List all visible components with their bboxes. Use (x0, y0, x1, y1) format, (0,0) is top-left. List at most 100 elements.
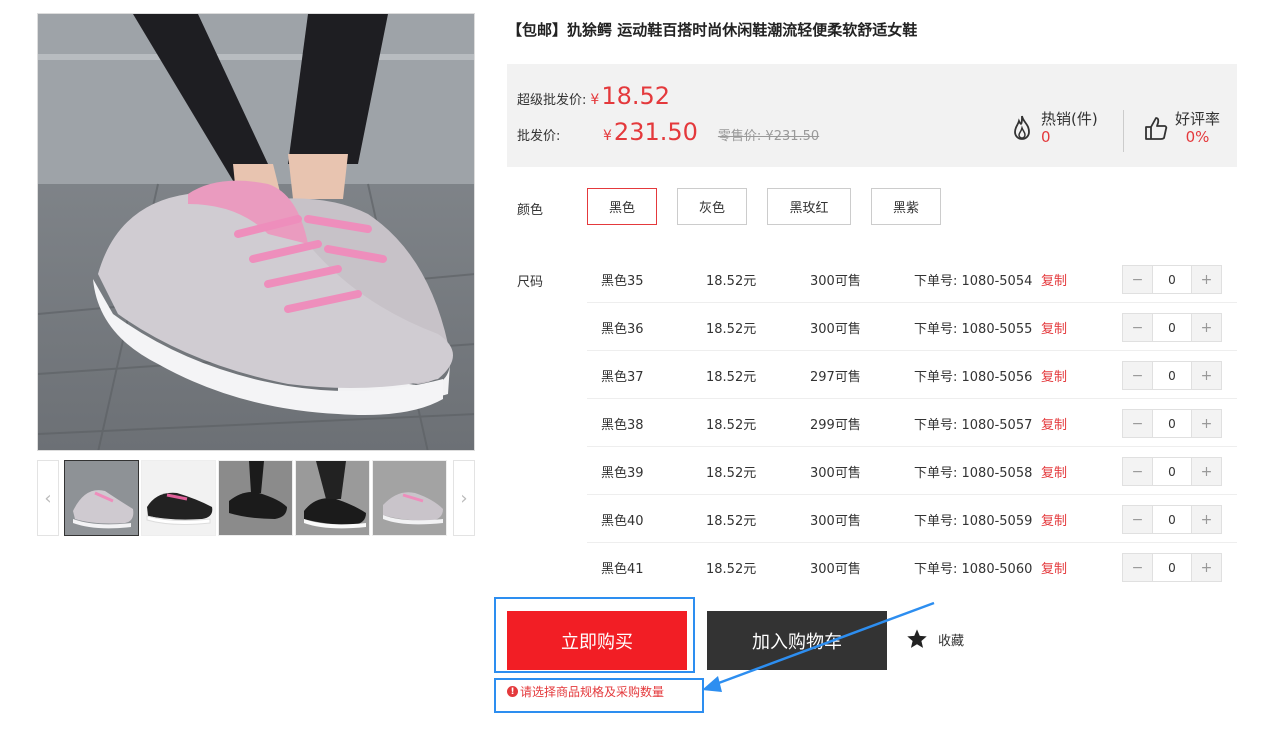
size-price: 18.52元 (706, 466, 757, 481)
table-row: 黑色41 18.52元 300可售 下单号: 1080-5060 复制 − 0 … (587, 543, 1237, 591)
rating-label: 好评率 (1175, 110, 1221, 128)
quantity-input[interactable]: 0 (1152, 362, 1192, 389)
table-row: 黑色35 18.52元 300可售 下单号: 1080-5054 复制 − 0 … (587, 255, 1237, 303)
decrement-button[interactable]: − (1123, 266, 1152, 293)
thumbnail-list (64, 460, 447, 536)
price-panel: 超级批发价: ¥ 18.52 批发价: ¥ 231.50 零售价: ¥231.5… (507, 64, 1237, 167)
sales-stat: 热销(件) 0 (1009, 110, 1098, 146)
size-name: 黑色40 (601, 514, 644, 529)
favorite-button[interactable]: 收藏 (906, 628, 964, 650)
color-option[interactable]: 黑玫红 (767, 188, 851, 225)
product-title: 【包邮】犰狳鳄 运动鞋百搭时尚休闲鞋潮流轻便柔软舒适女鞋 (507, 21, 918, 39)
chevron-right-icon[interactable]: › (453, 460, 475, 536)
currency-symbol: ¥ (603, 128, 612, 144)
color-option[interactable]: 灰色 (677, 188, 747, 225)
decrement-button[interactable]: − (1123, 554, 1152, 581)
copy-link[interactable]: 复制 (1041, 270, 1067, 289)
quantity-input[interactable]: 0 (1152, 266, 1192, 293)
chevron-left-icon[interactable]: ‹ (37, 460, 59, 536)
thumbnail[interactable] (372, 460, 447, 536)
copy-link[interactable]: 复制 (1041, 462, 1067, 481)
size-stock: 300可售 (810, 466, 861, 481)
super-price-row: 超级批发价: ¥ 18.52 (517, 82, 670, 110)
wholesale-price-row: 批发价: ¥ 231.50 零售价: ¥231.50 (517, 118, 819, 146)
rating-stat: 好评率 0% (1143, 110, 1220, 146)
wholesale-price-label: 批发价: (517, 129, 561, 144)
copy-link[interactable]: 复制 (1041, 414, 1067, 433)
size-stock: 297可售 (810, 370, 861, 385)
product-page: ‹ › 【包邮】犰狳鳄 运动鞋百搭时尚休闲鞋潮流轻便柔软舒适女鞋 超级批发价: (0, 0, 1270, 750)
color-label: 颜色 (517, 203, 544, 218)
star-icon (907, 629, 927, 648)
order-number: 下单号: 1080-5058 (914, 466, 1033, 481)
increment-button[interactable]: + (1192, 458, 1221, 485)
table-row: 黑色37 18.52元 297可售 下单号: 1080-5056 复制 − 0 … (587, 351, 1237, 399)
order-number: 下单号: 1080-5059 (914, 514, 1033, 529)
retail-price: 零售价: ¥231.50 (717, 129, 820, 144)
quantity-input[interactable]: 0 (1152, 314, 1192, 341)
size-price: 18.52元 (706, 322, 757, 337)
size-price: 18.52元 (706, 562, 757, 577)
size-stock: 300可售 (810, 322, 861, 337)
validation-warning: ! 请选择商品规格及采购数量 (507, 683, 664, 700)
decrement-button[interactable]: − (1123, 458, 1152, 485)
copy-link[interactable]: 复制 (1041, 366, 1067, 385)
size-price: 18.52元 (706, 370, 757, 385)
color-option[interactable]: 黑色 (587, 188, 657, 225)
sales-label: 热销(件) (1041, 110, 1098, 128)
add-to-cart-button[interactable]: 加入购物车 (707, 611, 887, 670)
decrement-button[interactable]: − (1123, 314, 1152, 341)
super-price-value: 18.52 (601, 82, 671, 110)
table-row: 黑色40 18.52元 300可售 下单号: 1080-5059 复制 − 0 … (587, 495, 1237, 543)
increment-button[interactable]: + (1192, 410, 1221, 437)
size-name: 黑色37 (601, 370, 644, 385)
size-table: 黑色35 18.52元 300可售 下单号: 1080-5054 复制 − 0 … (587, 255, 1237, 591)
order-number: 下单号: 1080-5055 (914, 322, 1033, 337)
thumbnail[interactable] (295, 460, 370, 536)
quantity-input[interactable]: 0 (1152, 410, 1192, 437)
quantity-stepper: − 0 + (1122, 313, 1222, 342)
copy-link[interactable]: 复制 (1041, 510, 1067, 529)
favorite-label: 收藏 (938, 633, 965, 649)
order-number: 下单号: 1080-5060 (914, 562, 1033, 577)
size-stock: 299可售 (810, 418, 861, 433)
thumbnail[interactable] (218, 460, 293, 536)
size-name: 黑色39 (601, 466, 644, 481)
quantity-stepper: − 0 + (1122, 361, 1222, 390)
color-option[interactable]: 黑紫 (871, 188, 941, 225)
size-price: 18.52元 (706, 418, 757, 433)
quantity-stepper: − 0 + (1122, 457, 1222, 486)
quantity-stepper: − 0 + (1122, 505, 1222, 534)
size-name: 黑色41 (601, 562, 644, 577)
size-price: 18.52元 (706, 274, 757, 289)
sales-value: 0 (1041, 128, 1051, 146)
size-name: 黑色35 (601, 274, 644, 289)
buy-now-button[interactable]: 立即购买 (507, 611, 687, 670)
size-name: 黑色38 (601, 418, 644, 433)
decrement-button[interactable]: − (1123, 506, 1152, 533)
thumbs-up-icon (1145, 117, 1168, 140)
increment-button[interactable]: + (1192, 362, 1221, 389)
increment-button[interactable]: + (1192, 314, 1221, 341)
thumbnail[interactable] (141, 460, 216, 536)
decrement-button[interactable]: − (1123, 410, 1152, 437)
increment-button[interactable]: + (1192, 554, 1221, 581)
thumbnail[interactable] (64, 460, 139, 536)
increment-button[interactable]: + (1192, 506, 1221, 533)
super-price-label: 超级批发价: (517, 93, 587, 108)
rating-value: 0% (1185, 128, 1210, 146)
quantity-input[interactable]: 0 (1152, 506, 1192, 533)
increment-button[interactable]: + (1192, 266, 1221, 293)
quantity-stepper: − 0 + (1122, 553, 1222, 582)
quantity-input[interactable]: 0 (1152, 554, 1192, 581)
size-label: 尺码 (517, 275, 544, 290)
quantity-stepper: − 0 + (1122, 265, 1222, 294)
decrement-button[interactable]: − (1123, 362, 1152, 389)
order-number: 下单号: 1080-5057 (914, 418, 1033, 433)
currency-symbol: ¥ (590, 92, 600, 108)
copy-link[interactable]: 复制 (1041, 318, 1067, 337)
quantity-input[interactable]: 0 (1152, 458, 1192, 485)
quantity-stepper: − 0 + (1122, 409, 1222, 438)
thumbnail-strip: ‹ › (37, 460, 475, 536)
copy-link[interactable]: 复制 (1041, 558, 1067, 577)
